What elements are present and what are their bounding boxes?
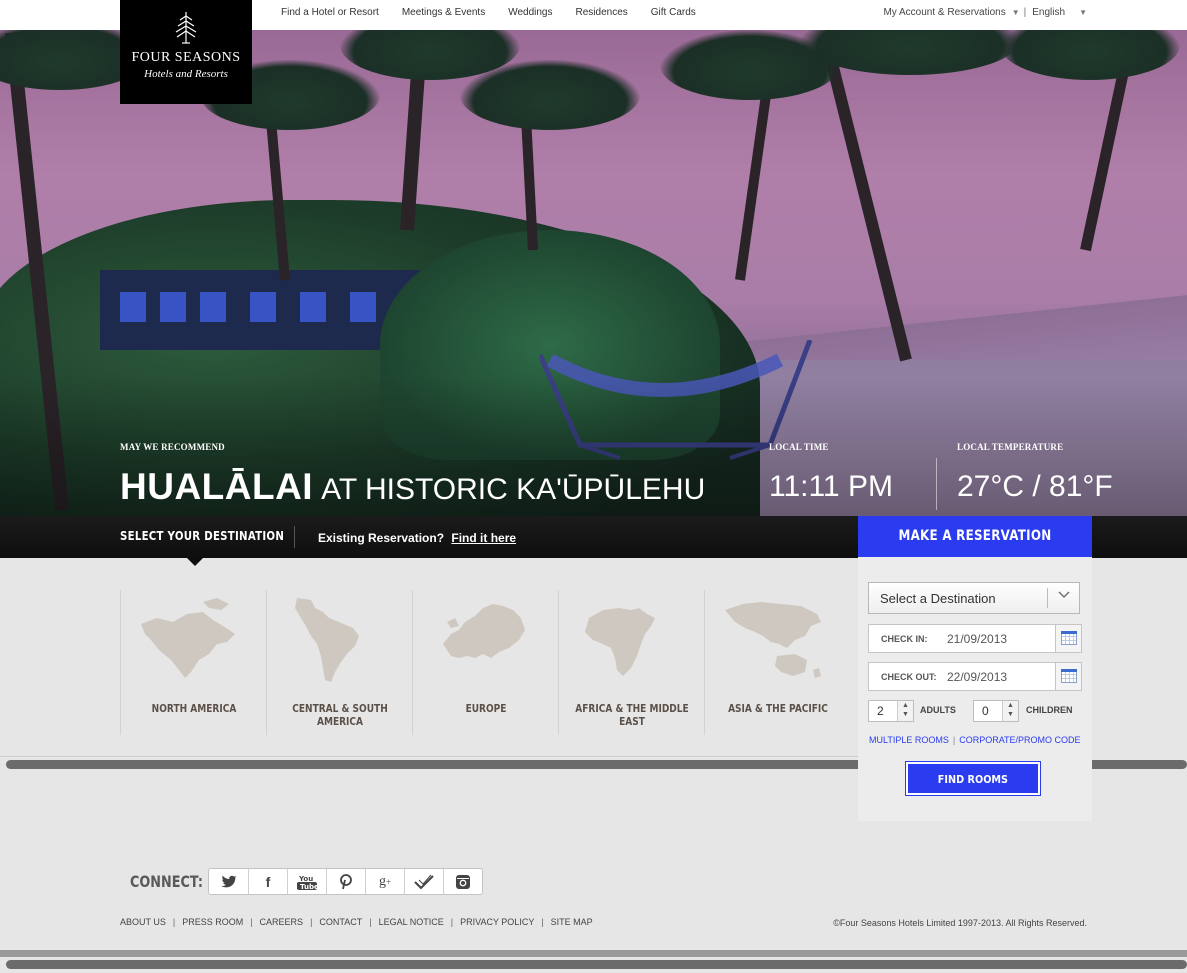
calendar-icon[interactable] [1055,663,1081,690]
check-out-field[interactable]: CHECK OUT: 22/09/2013 [868,662,1082,691]
account-menu[interactable]: My Account & Reservations [883,7,1005,18]
logo-tagline: Hotels and Resorts [144,68,228,80]
connect-label: CONNECT: [130,872,203,891]
footer-link-press[interactable]: PRESS ROOM [182,917,243,927]
four-seasons-logo[interactable]: Four Seasons Hotels and Resorts [120,0,252,104]
foursquare-icon[interactable] [404,869,443,894]
divider [0,756,858,757]
region-asia-pacific[interactable]: ASIA & THE PACIFIC [704,590,850,735]
calendar-icon[interactable] [1055,625,1081,652]
footer-link-legal[interactable]: LEGAL NOTICE [379,917,444,927]
region-central-south-america[interactable]: CENTRAL & SOUTH AMERICA [266,590,412,735]
south-america-map-icon [295,598,359,682]
adults-value: 2 [877,704,884,718]
footer-link-contact[interactable]: CONTACT [319,917,362,927]
find-it-here-link[interactable]: Find it here [451,531,516,545]
region-label: NORTH AMERICA [151,702,237,715]
check-out-value: 22/09/2013 [947,670,1008,684]
stepper-arrows-icon[interactable]: ▲ ▼ [897,701,913,721]
check-in-value: 21/09/2013 [947,632,1008,646]
horizontal-scrollbar-track [0,950,1187,957]
region-list: NORTH AMERICA CENTRAL & SOUTH AMERICA EU… [120,590,850,735]
page: Find a Hotel or Resort Meetings & Events… [0,0,1187,973]
check-in-label: CHECK IN: [881,634,928,644]
facebook-icon[interactable]: f [248,869,287,894]
google-plus-icon[interactable]: g + [365,869,404,894]
adults-label: ADULTS [920,705,956,715]
tab-pointer [187,558,203,566]
local-temp-value: 27°C / 81°F [957,470,1113,503]
existing-reservation-text: Existing Reservation? [318,531,445,545]
youtube-icon[interactable]: You Tube [287,869,326,894]
hotel-subtitle: AT HISTORIC KA'ŪPŪLEHU [321,473,706,506]
destination-select-value: Select a Destination [880,591,996,606]
destination-select[interactable]: Select a Destination [868,582,1080,614]
make-reservation-header: MAKE A RESERVATION [858,516,1092,557]
reservation-options: MULTIPLE ROOMS | CORPORATE/PROMO CODE [869,735,1081,745]
region-label: ASIA & THE PACIFIC [728,702,828,715]
chevron-down-icon[interactable]: ▼ [1012,8,1020,17]
region-label: EUROPE [465,702,507,715]
social-links: f You Tube g + [208,868,483,895]
children-label: CHILDREN [1026,705,1073,715]
region-label: CENTRAL & SOUTH AMERICA [292,702,388,728]
pinterest-icon[interactable] [326,869,365,894]
select-destination-tab[interactable]: SELECT YOUR DESTINATION [120,529,284,543]
north-america-map-icon [141,598,235,678]
promo-code-link[interactable]: CORPORATE/PROMO CODE [959,735,1080,745]
nav-link-find-hotel[interactable]: Find a Hotel or Resort [281,7,379,18]
stepper-arrows-icon[interactable]: ▲ ▼ [1002,701,1018,721]
find-rooms-button[interactable]: FIND ROOMS [905,761,1041,796]
check-out-label: CHECK OUT: [881,672,937,682]
instagram-icon[interactable] [443,869,482,894]
children-stepper[interactable]: 0 ▲ ▼ [973,700,1019,722]
chevron-down-icon[interactable]: ▼ [1079,8,1087,17]
footer-link-privacy[interactable]: PRIVACY POLICY [460,917,534,927]
children-value: 0 [982,704,989,718]
main-nav-links: Find a Hotel or Resort Meetings & Events… [281,7,719,18]
adults-stepper[interactable]: 2 ▲ ▼ [868,700,914,722]
horizontal-scrollbar[interactable] [6,960,1187,969]
nav-link-weddings[interactable]: Weddings [508,7,552,18]
hotel-name: HUALĀLAI [120,466,314,507]
twitter-icon[interactable] [209,869,248,894]
asia-pacific-map-icon [725,602,821,678]
local-time-value: 11:11 PM [769,470,893,503]
nav-link-gift-cards[interactable]: Gift Cards [651,7,696,18]
divider [936,458,937,510]
reservation-panel: MAKE A RESERVATION Select a Destination … [858,516,1092,821]
divider [294,526,295,548]
local-temp-label: LOCAL TEMPERATURE [957,442,1064,452]
nav-link-residences[interactable]: Residences [576,7,628,18]
footer-link-about[interactable]: ABOUT US [120,917,166,927]
logo-name: Four Seasons [131,50,241,65]
check-in-field[interactable]: CHECK IN: 21/09/2013 [868,624,1082,653]
africa-map-icon [585,608,655,676]
nav-link-meetings[interactable]: Meetings & Events [402,7,485,18]
tree-icon [175,12,197,44]
svg-text:Tube: Tube [300,883,318,891]
language-menu[interactable]: English [1032,7,1065,18]
divider: | [1023,7,1027,18]
region-north-america[interactable]: NORTH AMERICA [120,590,266,735]
copyright: ©Four Seasons Hotels Limited 1997-2013. … [833,918,1087,928]
region-africa-middle-east[interactable]: AFRICA & THE MIDDLE EAST [558,590,704,735]
footer-links: ABOUT US | PRESS ROOM | CAREERS | CONTACT | LEGA… [120,917,593,927]
local-time-label: LOCAL TIME [769,442,829,452]
region-europe[interactable]: EUROPE [412,590,558,735]
recommend-label: MAY WE RECOMMEND [120,442,225,452]
account-nav: My Account & Reservations ▼ | English ▼ [883,7,1087,18]
footer-link-careers[interactable]: CAREERS [260,917,304,927]
europe-map-icon [443,604,525,658]
footer-link-sitemap[interactable]: SITE MAP [551,917,593,927]
featured-hotel-title[interactable]: HUALĀLAI AT HISTORIC KA'ŪPŪLEHU [120,466,705,508]
multiple-rooms-link[interactable]: MULTIPLE ROOMS [869,735,949,745]
svg-text:You: You [298,875,313,883]
chevron-down-icon [1047,588,1079,608]
existing-reservation: Existing Reservation? Find it here [318,531,516,545]
region-label: AFRICA & THE MIDDLE EAST [575,702,689,728]
